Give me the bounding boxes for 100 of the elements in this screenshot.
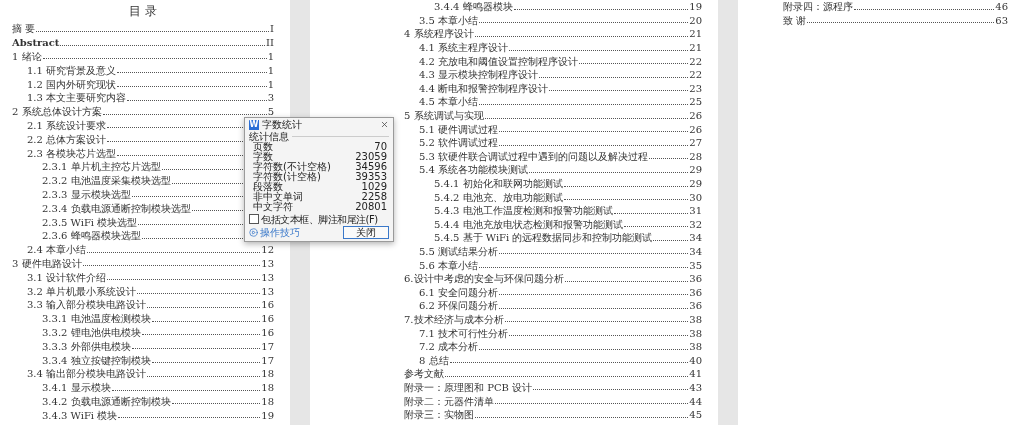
toc-entry: 3.3 输入部分模块电路设计 <box>27 299 147 311</box>
toc-entry: 5.4.3 电池工作温度检测和报警功能测试 <box>434 205 613 217</box>
page-number: 41 <box>689 368 702 380</box>
toc-entry: 摘 要 <box>12 23 36 35</box>
toc-entry: 3.5 本章小结 <box>419 14 479 26</box>
tips-link[interactable]: 操作技巧 <box>249 226 300 238</box>
toc-entry: 3.2 单片机最小系统设计 <box>27 285 137 297</box>
toc-entry: 2.3.3 显示模块选型 <box>42 188 131 200</box>
checkbox-label: 包括文本框、脚注和尾注(F) <box>261 213 378 225</box>
dot-leader <box>653 239 689 241</box>
toc-entry: 3.4.1 显示模块 <box>42 382 111 394</box>
page-number: II <box>266 37 274 49</box>
stat-label: 非中文单词 <box>253 192 303 202</box>
page-number: 28 <box>689 150 702 162</box>
stat-value: 2258 <box>361 192 387 202</box>
toc-entry: 3.4.4 蜂鸣器模块 <box>434 1 513 13</box>
page-number: 32 <box>689 218 702 230</box>
toc-entry: 4.5 本章小结 <box>419 96 479 108</box>
toc-title: 目 录 <box>129 3 157 20</box>
stat-label: 字数 <box>253 152 273 162</box>
toc-entry: 2.2 总体方案设计 <box>27 133 107 145</box>
toc-entry: 2.3.6 蜂鸣器模块选型 <box>42 230 141 242</box>
stat-value: 20801 <box>355 202 387 212</box>
close-button[interactable]: 关闭 <box>343 225 389 239</box>
toc-entry: 5.1 硬件调试过程 <box>419 123 499 135</box>
toc-entry: 4.4 断电和报警控制程序设计 <box>419 82 549 94</box>
page-number: 16 <box>261 326 274 338</box>
toc-entry: 2.3.2 电池温度采集模块选型 <box>42 175 171 187</box>
toc-entry: 致 谢 <box>783 14 807 26</box>
page-number: 40 <box>689 354 702 366</box>
toc-entry: 附录二：元器件清单 <box>404 395 494 407</box>
page-number: 38 <box>689 327 702 339</box>
toc-entry: 7.1 技术可行性分析 <box>419 327 509 339</box>
toc-entry: 1.1 研究背景及意义 <box>27 64 117 76</box>
toc-entry: 7.2 成本分析 <box>419 341 479 353</box>
page-number: 17 <box>261 340 274 352</box>
dialog-title: 字数统计 <box>262 119 303 130</box>
stat-value: 34596 <box>355 162 387 172</box>
toc-entry: 2.3.5 WiFi 模块选型 <box>42 216 138 228</box>
toc-entry: 1.2 国内外研究现状 <box>27 78 117 90</box>
toc-entry: 2.1 系统设计要求 <box>27 119 107 131</box>
page-number: 34 <box>689 246 702 257</box>
stat-value: 70 <box>374 142 387 152</box>
page-number: 18 <box>261 368 274 380</box>
stat-value: 23059 <box>355 152 387 162</box>
close-icon[interactable] <box>380 120 389 129</box>
play-icon <box>249 227 258 237</box>
toc-entry: 5.5 测试结果分析 <box>419 246 499 257</box>
page-number: 36 <box>689 286 702 298</box>
toc-entry: 附录三：实物图 <box>404 409 474 421</box>
page-number: 29 <box>689 164 702 176</box>
toc-entry: 1.3 本文主要研究内容 <box>27 92 127 104</box>
page-number: 23 <box>689 82 702 94</box>
toc-entry: 3.4.2 负载电源通断控制模块 <box>42 395 171 407</box>
toc-entry: 3.4.3 WiFi 模块 <box>42 409 118 421</box>
page-number: 19 <box>261 409 274 421</box>
dot-leader <box>623 226 689 228</box>
page-number: 36 <box>689 300 702 312</box>
page-number: 21 <box>689 42 702 54</box>
toc-entry: 2.3.4 负载电源通断控制模块选型 <box>42 202 191 214</box>
page-number: 22 <box>689 55 702 67</box>
toc-entry: 3 硬件电路设计 <box>12 257 82 269</box>
page-number: 36 <box>689 273 702 285</box>
checkbox[interactable] <box>249 214 259 224</box>
page-number: 29 <box>689 178 702 189</box>
toc-entry: 2.3.1 单片机主控芯片选型 <box>42 161 161 173</box>
page-number: 18 <box>261 382 274 394</box>
toc-entry: 5.4.1 初始化和联网功能测试 <box>434 178 563 189</box>
toc-entry: 8 总结 <box>419 354 449 366</box>
toc-entry: 3.3.4 独立按键控制模块 <box>42 354 151 366</box>
page-number: 45 <box>689 409 702 421</box>
page-number: 38 <box>689 313 702 325</box>
toc-entry: 5.6 本章小结 <box>419 259 479 271</box>
page-number: 21 <box>689 28 702 40</box>
section-heading: 统计信息 <box>249 131 289 142</box>
stat-label: 字符数(计空格) <box>253 172 321 182</box>
page-number: 16 <box>261 299 274 311</box>
page-number: 13 <box>261 285 274 297</box>
toc-entry: 参考文献 <box>404 368 444 380</box>
toc-entry: 附录一：原理图和 PCB 设计 <box>404 381 533 393</box>
page-number: 12 <box>261 244 274 256</box>
toc-entry: 4.1 系统主程序设计 <box>419 42 509 54</box>
page-number: 13 <box>261 257 274 269</box>
page-number: 26 <box>689 123 702 135</box>
toc-entry: 3.4 输出部分模块电路设计 <box>27 368 147 380</box>
toc-entry: 5.4.2 电池充、放电功能测试 <box>434 191 563 203</box>
page-number: 27 <box>689 137 702 149</box>
page-number: 31 <box>689 205 702 217</box>
page-number: 43 <box>689 381 702 393</box>
page-number: 1 <box>267 78 274 90</box>
page-number: 20 <box>689 14 702 26</box>
page-number: 17 <box>261 354 274 366</box>
toc-entry: 3.1 设计软件介绍 <box>27 271 107 283</box>
toc-entry: Abstract <box>12 37 60 49</box>
toc-entry: 6.1 安全问题分析 <box>419 286 499 298</box>
toc-entry: 7.技术经济与成本分析 <box>404 313 504 325</box>
toc-entry: 4 系统程序设计 <box>404 28 474 40</box>
toc-entry: 2.3 各模块芯片选型 <box>27 147 117 159</box>
toc-entry: 3.3.1 电池温度检测模块 <box>42 313 151 325</box>
page-number: 16 <box>261 313 274 325</box>
